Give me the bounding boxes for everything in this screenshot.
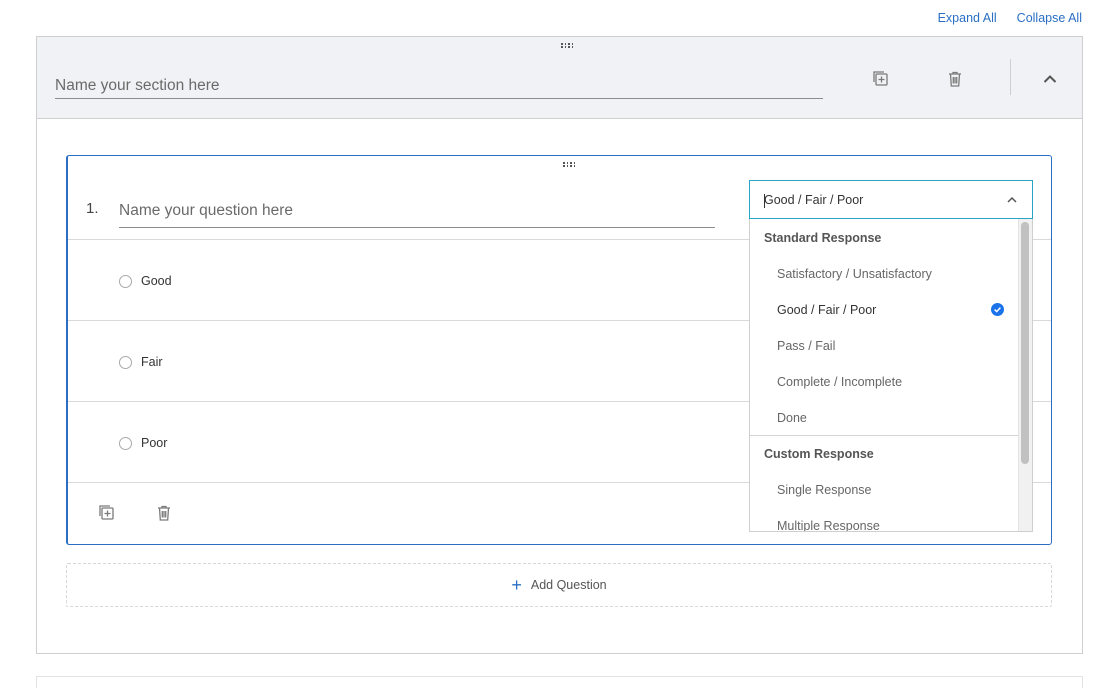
response-type-dropdown[interactable]: Good / Fair / Poor Standard Response Sat… [749, 180, 1033, 532]
section-drag-handle-icon[interactable] [561, 43, 573, 49]
dropdown-options-list[interactable]: Standard Response Satisfactory / Unsatis… [750, 219, 1018, 531]
question-duplicate-icon[interactable] [97, 503, 117, 523]
option-satisfactory-unsatisfactory[interactable]: Satisfactory / Unsatisfactory [777, 267, 1017, 281]
option-single-response[interactable]: Single Response [777, 483, 1017, 497]
option-fair[interactable]: Fair [119, 355, 163, 369]
question-number: 1. [86, 200, 99, 217]
dropdown-scrollbar-thumb[interactable] [1021, 222, 1029, 464]
response-type-value: Good / Fair / Poor [764, 192, 864, 207]
top-links: Expand All Collapse All [938, 11, 1082, 25]
option-label: Good [141, 274, 172, 288]
response-type-select[interactable]: Good / Fair / Poor [749, 180, 1033, 219]
check-circle-icon [991, 303, 1004, 316]
collapse-all-link[interactable]: Collapse All [1017, 11, 1082, 25]
add-question-button[interactable]: + Add Question [66, 563, 1052, 607]
group-label-standard: Standard Response [764, 231, 882, 245]
next-section-card [36, 676, 1083, 688]
radio-button[interactable] [119, 274, 132, 288]
question-delete-trash-icon[interactable] [154, 503, 174, 523]
radio-button[interactable] [119, 436, 132, 450]
option-label: Poor [141, 436, 168, 450]
header-divider [1010, 59, 1011, 95]
option-complete-incomplete[interactable]: Complete / Incomplete [777, 375, 1017, 389]
question-name-input[interactable] [119, 194, 715, 228]
expand-all-link[interactable]: Expand All [938, 11, 997, 25]
chevron-up-icon[interactable] [1006, 194, 1018, 206]
option-multiple-response[interactable]: Multiple Response [777, 519, 1017, 531]
group-label-custom: Custom Response [764, 447, 874, 461]
group-divider [750, 435, 1018, 436]
section-name-input[interactable] [55, 73, 823, 99]
option-label: Fair [141, 355, 163, 369]
option-good[interactable]: Good [119, 274, 172, 288]
add-question-label: Add Question [530, 578, 607, 592]
option-poor[interactable]: Poor [119, 436, 167, 450]
section-delete-trash-icon[interactable] [945, 69, 965, 89]
text-cursor [764, 194, 765, 208]
section-duplicate-icon[interactable] [871, 69, 891, 89]
plus-icon: + [511, 575, 522, 595]
radio-button[interactable] [119, 355, 132, 369]
section-header [37, 37, 1082, 119]
option-good-fair-poor[interactable]: Good / Fair / Poor [777, 303, 1017, 317]
option-done[interactable]: Done [777, 411, 1017, 425]
section-collapse-chevron-up-icon[interactable] [1040, 69, 1060, 89]
question-drag-handle-icon[interactable] [563, 162, 575, 168]
option-pass-fail[interactable]: Pass / Fail [777, 339, 1017, 353]
